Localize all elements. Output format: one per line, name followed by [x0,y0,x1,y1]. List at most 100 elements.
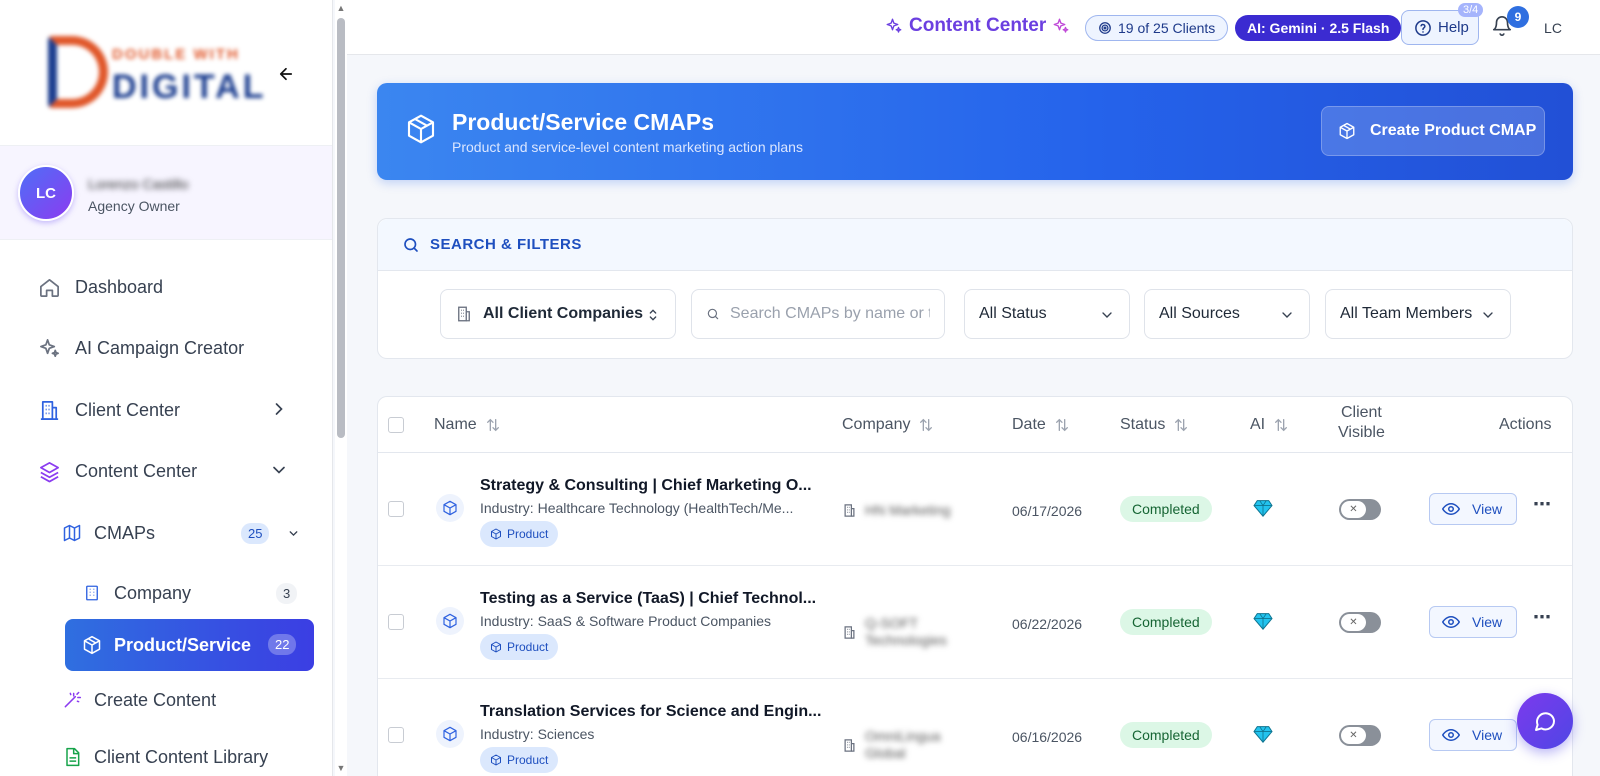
chevron-right-icon [275,403,283,415]
search-input-wrapper[interactable] [691,289,945,339]
eye-icon [1442,728,1460,742]
table-row[interactable]: Translation Services for Science and Eng… [378,679,1572,776]
client-visible-toggle[interactable]: ✕ [1339,725,1381,746]
sort-icon [1275,418,1288,432]
chevron-down-icon [289,531,298,537]
more-actions-icon[interactable]: ⋯ [1531,608,1553,632]
sidebar-item-client-center[interactable]: Client Center [0,387,332,433]
scroll-up-arrow[interactable]: ▲ [336,3,346,13]
cmaps-table: Name Company Date Status AI Client Visib… [377,396,1573,776]
logo-area: DOUBLE WITH DIGITAL [0,0,332,146]
company-logo: DOUBLE WITH DIGITAL [42,30,263,114]
sparkles-icon [37,336,61,360]
user-name: Lorenzo Castillo [88,176,189,192]
sidebar-scrollbar[interactable]: ▲ ▼ [335,0,347,776]
view-button[interactable]: View [1429,493,1517,525]
column-header-actions: Actions [1499,416,1552,433]
row-title[interactable]: Testing as a Service (TaaS) | Chief Tech… [480,590,816,608]
package-icon [80,633,104,657]
package-icon [436,494,464,522]
row-title[interactable]: Translation Services for Science and Eng… [480,703,821,721]
view-button[interactable]: View [1429,606,1517,638]
row-industry: Industry: Healthcare Technology (HealthT… [480,500,794,516]
sort-icon [920,418,933,432]
row-checkbox[interactable] [388,501,404,517]
sidebar-item-company[interactable]: Company 3 [0,570,332,616]
user-avatar-button[interactable]: LC [1539,14,1567,42]
client-company-select[interactable]: All Client Companies [440,289,676,339]
search-input[interactable] [730,305,930,323]
search-icon [707,308,719,320]
filters-heading: SEARCH & FILTERS [378,219,1572,271]
column-header-status[interactable]: Status [1120,416,1189,434]
table-row[interactable]: Testing as a Service (TaaS) | Chief Tech… [378,566,1572,679]
view-button[interactable]: View [1429,719,1517,751]
cmaps-count-badge: 25 [241,523,270,544]
type-tag: Product [480,634,559,660]
select-all-checkbox[interactable] [388,417,404,433]
product-count-badge: 22 [268,634,297,655]
sidebar-item-cmaps[interactable]: CMAPs 25 [0,510,332,556]
sort-icon [1055,418,1068,432]
client-visible-toggle[interactable]: ✕ [1339,499,1381,520]
target-icon [1099,22,1111,34]
building-icon [844,738,855,752]
chat-bubble-icon [1535,712,1555,731]
topbar: Content Center 19 of 25 Clients AI: Gemi… [347,0,1600,55]
eye-icon [1442,615,1460,629]
sources-select[interactable]: All Sources [1144,289,1310,339]
sidebar-item-client-content-library[interactable]: Client Content Library [0,734,332,776]
table-row[interactable]: Strategy & Consulting | Chief Marketing … [378,453,1572,566]
row-date: 06/17/2026 [1012,503,1083,519]
company-count-badge: 3 [276,583,298,604]
chevron-down-icon [1483,312,1493,318]
sidebar-item-create-content[interactable]: Create Content [0,677,332,723]
more-actions-icon[interactable]: ⋯ [1531,495,1553,519]
column-header-company[interactable]: Company [842,416,934,434]
layers-icon [37,459,61,483]
sort-icon [486,418,499,432]
client-visible-toggle[interactable]: ✕ [1339,612,1381,633]
diamond-icon [1253,499,1273,522]
sort-icon [1175,418,1188,432]
status-select[interactable]: All Status [964,289,1130,339]
status-badge: Completed [1120,722,1212,748]
package-icon [1339,122,1355,140]
row-company: Q-SOFT Technologies [842,615,947,649]
collapse-sidebar-button[interactable] [272,60,300,88]
file-text-icon [60,745,84,769]
building-icon [844,625,855,639]
search-icon [404,237,418,252]
row-checkbox[interactable] [388,614,404,630]
clients-count-pill[interactable]: 19 of 25 Clients [1085,15,1229,41]
chevron-down-icon [1102,312,1112,318]
map-icon [60,521,84,545]
scrollbar-thumb[interactable] [337,18,345,438]
ai-model-pill[interactable]: AI: Gemini · 2.5 Flash [1235,15,1402,41]
column-header-date[interactable]: Date [1012,416,1070,434]
sidebar-item-content-center[interactable]: Content Center [0,448,332,494]
row-checkbox[interactable] [388,727,404,743]
status-badge: Completed [1120,609,1212,635]
column-header-ai[interactable]: AI [1250,416,1289,434]
sidebar-item-dashboard[interactable]: Dashboard [0,264,332,310]
package-icon [491,528,501,540]
row-company: HN Marketing [842,502,951,519]
sidebar: DOUBLE WITH DIGITAL LC Lorenzo Castillo … [0,0,333,776]
create-product-cmap-button[interactable]: Create Product CMAP [1321,106,1545,156]
eye-icon [1442,502,1460,516]
user-profile[interactable]: LC Lorenzo Castillo Agency Owner [0,146,332,240]
row-title[interactable]: Strategy & Consulting | Chief Marketing … [480,477,812,495]
package-icon [436,607,464,635]
sidebar-item-ai-campaign-creator[interactable]: AI Campaign Creator [0,325,332,371]
sidebar-item-product-service[interactable]: Product/Service 22 [65,619,314,671]
topbar-title: Content Center [885,15,1070,37]
scroll-down-arrow[interactable]: ▼ [336,763,346,773]
magic-wand-icon [60,688,84,712]
diamond-icon [1253,725,1273,748]
column-header-name[interactable]: Name [434,416,501,434]
team-members-select[interactable]: All Team Members [1325,289,1511,339]
chat-button[interactable] [1517,693,1573,749]
page-subtitle: Product and service-level content market… [452,139,803,155]
package-icon [436,720,464,748]
